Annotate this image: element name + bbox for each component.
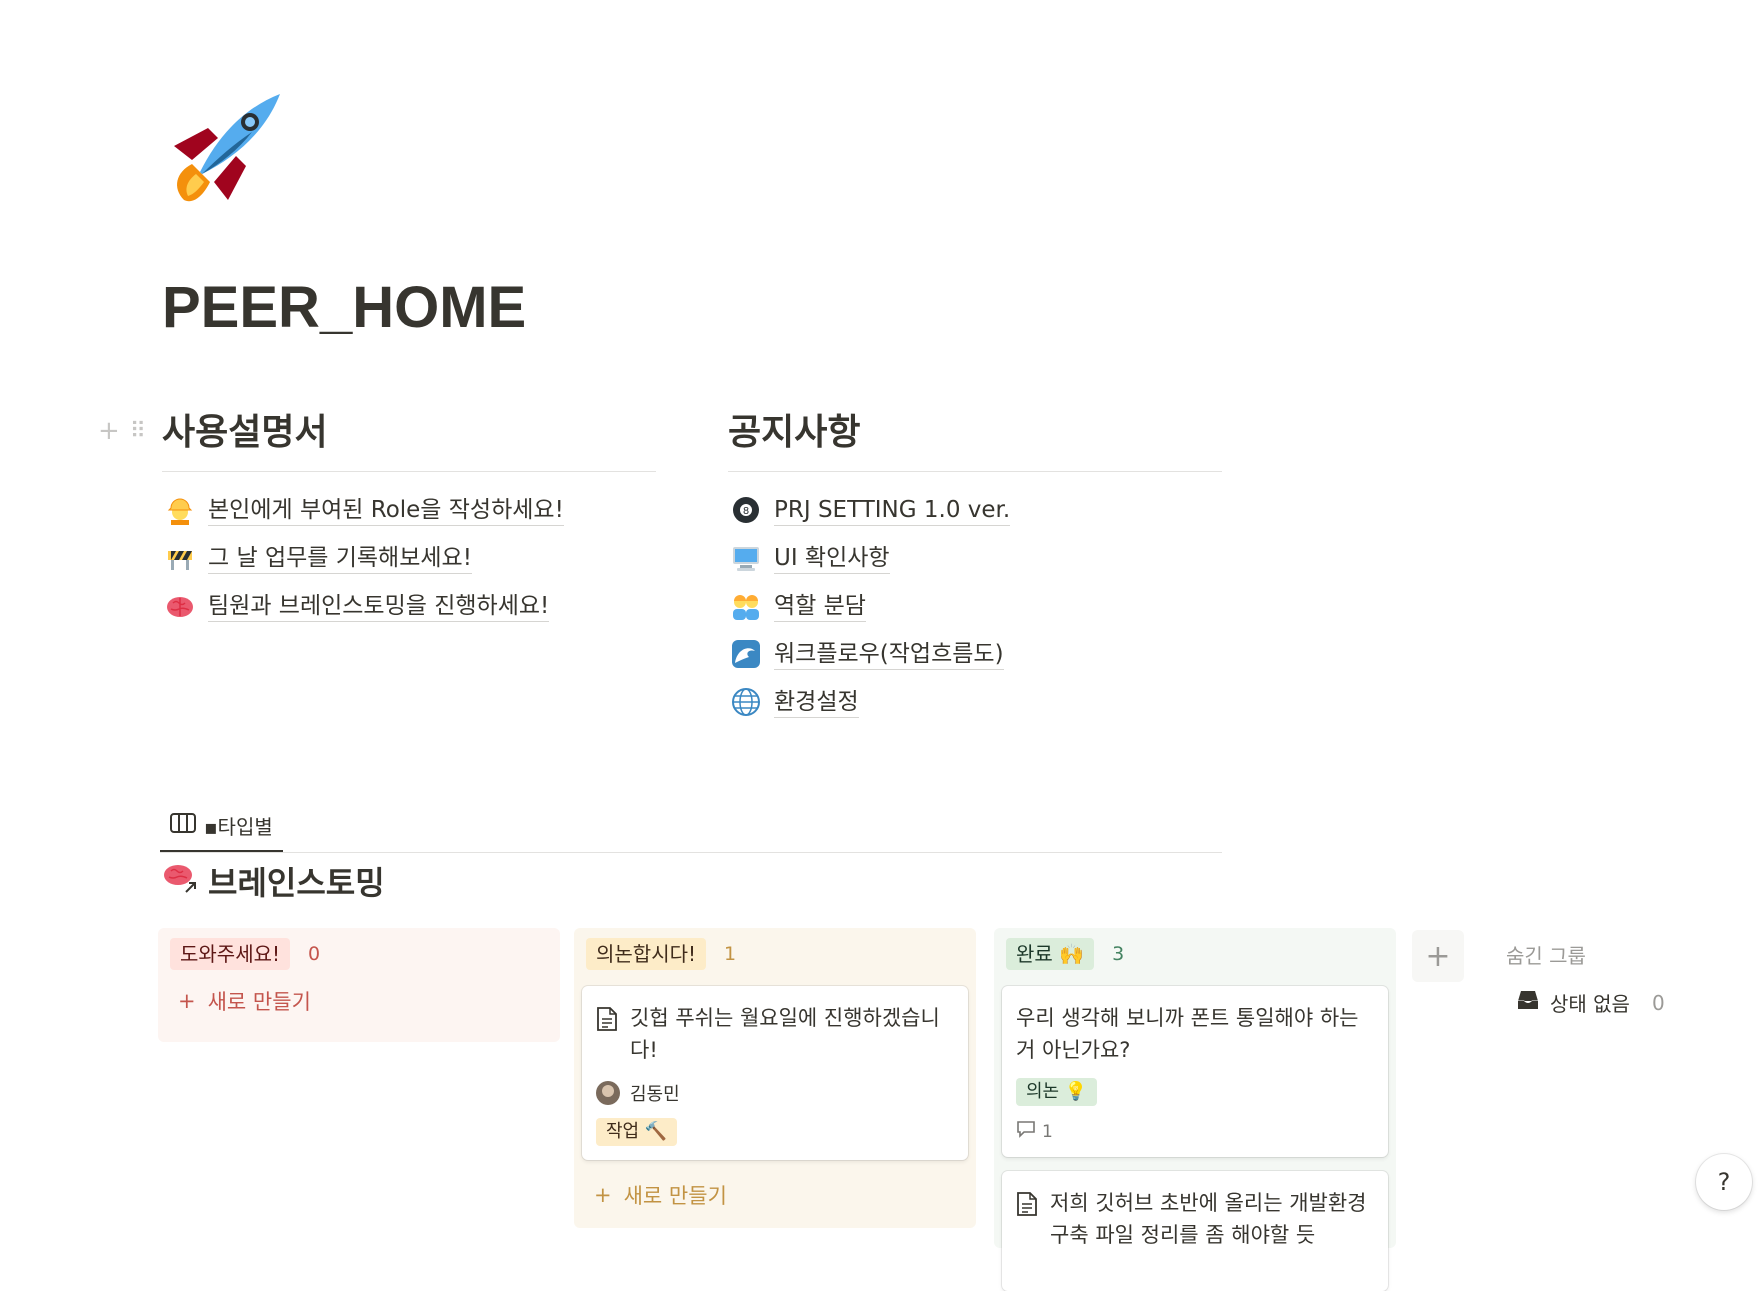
document-icon [1016, 1191, 1038, 1251]
board-card[interactable]: 우리 생각해 보니까 폰트 통일해야 하는거 아닌가요? 의논 💡 1 [1002, 986, 1388, 1157]
new-card-button[interactable]: + 새로 만들기 [166, 972, 552, 1030]
board-card[interactable]: 깃헙 푸쉬는 월요일에 진행하겠습니다! 김동민 작업 🔨 [582, 986, 968, 1160]
guide-item[interactable]: 팀원과 브레인스토밍을 진행하세요! [162, 582, 656, 630]
globe-icon [728, 684, 764, 720]
brain-link-icon [162, 860, 198, 902]
group-name[interactable]: 완료 🙌 [1006, 938, 1095, 970]
add-group-button[interactable]: + [1412, 930, 1464, 982]
construction-barrier-icon [162, 540, 198, 576]
construction-worker-icon [162, 492, 198, 528]
guide-column: 사용설명서 본인에게 부여된 Role을 작성하세요! 그 날 업무를 기록해보… [162, 405, 656, 630]
card-title: 저희 깃허브 초반에 올리는 개발환경 구축 파일 정리를 좀 해야할 듯 [1050, 1191, 1367, 1247]
people-icon [728, 588, 764, 624]
new-card-button[interactable]: + 새로 만들기 [582, 1166, 968, 1224]
guide-item-label[interactable]: 그 날 업무를 기록해보세요! [208, 543, 472, 574]
notice-item-label[interactable]: 환경설정 [774, 687, 859, 718]
board-group-done: 완료 🙌 3 우리 생각해 보니까 폰트 통일해야 하는거 아닌가요? 의논 💡… [994, 928, 1396, 1291]
svg-text:8: 8 [743, 506, 749, 517]
comment-count: 1 [1042, 1121, 1053, 1142]
hidden-groups-label: 숨긴 그룹 [1506, 944, 1586, 968]
notice-item[interactable]: 8 PRJ SETTING 1.0 ver. [728, 486, 1222, 534]
notice-item[interactable]: 역할 분담 [728, 582, 1222, 630]
page-title[interactable]: PEER_HOME [162, 268, 526, 348]
new-card-label: 새로 만들기 [207, 990, 311, 1014]
no-status-group[interactable]: 상태 없음 0 [1516, 988, 1665, 1017]
drag-handle-icon[interactable]: ⠿ [130, 419, 146, 444]
comment-icon [1016, 1120, 1036, 1143]
rocket-icon[interactable] [162, 88, 286, 212]
group-header[interactable]: 도와주세요! 0 [170, 936, 552, 972]
document-icon [596, 1006, 618, 1066]
notice-item-label[interactable]: PRJ SETTING 1.0 ver. [774, 495, 1011, 526]
help-label: ? [1717, 1168, 1731, 1196]
notice-item[interactable]: UI 확인사항 [728, 534, 1222, 582]
add-block-icon[interactable]: + [98, 416, 120, 446]
plus-icon: + [178, 989, 196, 1013]
board-group-help: 도와주세요! 0 + 새로 만들기 [158, 928, 560, 1042]
notice-item-label[interactable]: 역할 분담 [774, 591, 866, 622]
group-header[interactable]: 의논합시다! 1 [586, 936, 968, 972]
notice-item[interactable]: 워크플로우(작업흐름도) [728, 630, 1222, 678]
card-title: 깃헙 푸쉬는 월요일에 진행하겠습니다! [630, 1006, 940, 1062]
group-header[interactable]: 완료 🙌 3 [1006, 936, 1388, 972]
notice-item-label[interactable]: 워크플로우(작업흐름도) [774, 639, 1004, 670]
board-group-discuss: 의논합시다! 1 깃헙 푸쉬는 월요일에 진행하겠습니다! 김동민 작업 🔨 +… [574, 928, 976, 1228]
block-handle[interactable]: + ⠿ [98, 416, 146, 446]
card-title: 우리 생각해 보니까 폰트 통일해야 하는거 아닌가요? [1016, 1006, 1359, 1062]
database-title[interactable]: 브레인스토밍 [162, 858, 385, 904]
no-status-count: 0 [1651, 990, 1665, 1015]
group-count: 0 [308, 943, 321, 965]
group-count: 1 [724, 943, 737, 965]
notice-item-label[interactable]: UI 확인사항 [774, 543, 890, 574]
group-name[interactable]: 의논합시다! [586, 938, 707, 970]
no-status-label: 상태 없음 [1550, 992, 1630, 1016]
card-comments: 1 [1016, 1120, 1374, 1143]
help-button[interactable]: ? [1696, 1154, 1752, 1210]
guide-heading: 사용설명서 [162, 405, 656, 472]
person-name: 김동민 [630, 1084, 680, 1105]
card-person: 김동민 [596, 1080, 954, 1106]
plus-icon: + [594, 1183, 612, 1207]
database-title-label: 브레인스토밍 [208, 864, 385, 902]
notice-item[interactable]: 환경설정 [728, 678, 1222, 726]
guide-item[interactable]: 그 날 업무를 기록해보세요! [162, 534, 656, 582]
eight-ball-icon: 8 [728, 492, 764, 528]
card-tag: 작업 🔨 [596, 1118, 678, 1146]
group-name[interactable]: 도와주세요! [170, 938, 291, 970]
view-tabs: ▪타입별 [160, 800, 1222, 853]
group-count: 3 [1112, 943, 1125, 965]
guide-item-label[interactable]: 팀원과 브레인스토밍을 진행하세요! [208, 591, 550, 622]
tab-board-view[interactable]: ▪타입별 [160, 800, 283, 852]
computer-icon [728, 540, 764, 576]
brain-icon [162, 588, 198, 624]
plus-icon: + [1425, 938, 1451, 974]
view-tab-label: ▪타입별 [204, 814, 273, 839]
wave-icon [728, 636, 764, 672]
inbox-icon [1516, 989, 1540, 1016]
guide-item-label[interactable]: 본인에게 부여된 Role을 작성하세요! [208, 495, 564, 526]
notice-column: 공지사항 8 PRJ SETTING 1.0 ver. UI 확인사항 역할 분… [728, 405, 1222, 726]
card-tag: 의논 💡 [1016, 1078, 1098, 1106]
notice-heading: 공지사항 [728, 405, 1222, 472]
avatar [596, 1081, 620, 1105]
guide-item[interactable]: 본인에게 부여된 Role을 작성하세요! [162, 486, 656, 534]
board-card[interactable]: 저희 깃허브 초반에 올리는 개발환경 구축 파일 정리를 좀 해야할 듯 [1002, 1171, 1388, 1291]
new-card-label: 새로 만들기 [623, 1184, 727, 1208]
board-view-icon [170, 812, 196, 839]
